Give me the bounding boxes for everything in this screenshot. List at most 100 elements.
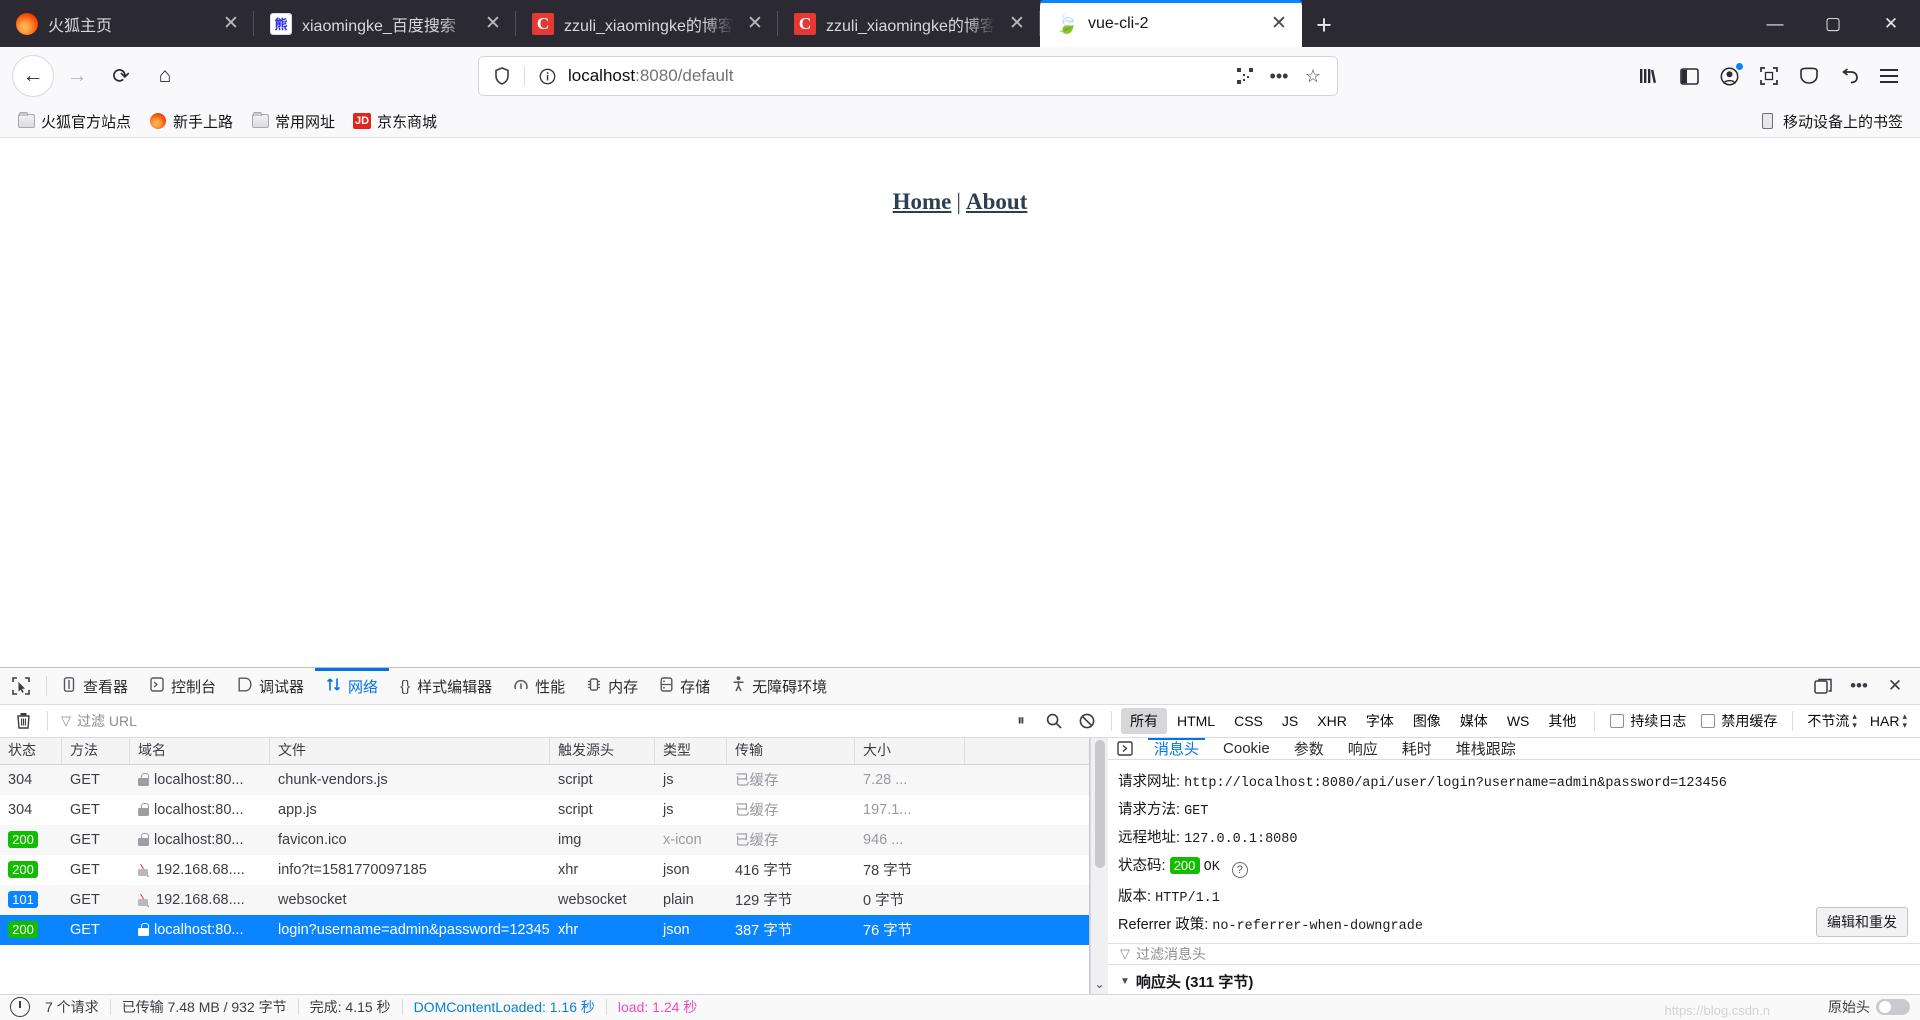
column-trigger[interactable]: 触发源头 <box>550 737 655 765</box>
table-row-selected[interactable]: 200 GET localhost:80... login?username=a… <box>0 914 1089 945</box>
chip-xhr[interactable]: XHR <box>1308 710 1356 732</box>
tab-performance[interactable]: 性能 <box>503 668 576 704</box>
chip-css[interactable]: CSS <box>1225 710 1272 732</box>
library-icon[interactable] <box>1630 56 1668 96</box>
browser-tab[interactable]: 熊 xiaomingke_百度搜索 ✕ <box>254 0 516 47</box>
tab-inspector[interactable]: 查看器 <box>51 668 139 704</box>
chip-font[interactable]: 字体 <box>1357 708 1403 734</box>
chip-js[interactable]: JS <box>1273 710 1307 732</box>
help-icon[interactable]: ? <box>1231 862 1248 879</box>
nav-link-home[interactable]: Home <box>893 189 952 214</box>
pause-icon[interactable]: ⏸ <box>1006 712 1036 729</box>
tab-close-icon[interactable]: ✕ <box>740 9 770 39</box>
detail-tab-response[interactable]: 响应 <box>1336 738 1390 759</box>
chip-media[interactable]: 媒体 <box>1451 708 1497 734</box>
bookmark-item[interactable]: 常用网址 <box>244 108 342 135</box>
chip-image[interactable]: 图像 <box>1404 708 1450 734</box>
url-bar[interactable]: localhost:8080/default ••• ☆ <box>478 56 1338 96</box>
browser-tab[interactable]: C zzuli_xiaomingke的博客_CS ✕ <box>778 0 1040 47</box>
chip-ws[interactable]: WS <box>1498 710 1539 732</box>
detail-tab-cookies[interactable]: Cookie <box>1211 738 1282 759</box>
home-button[interactable]: ⌂ <box>144 55 186 97</box>
chip-html[interactable]: HTML <box>1168 710 1224 732</box>
tab-close-icon[interactable]: ✕ <box>216 9 246 39</box>
table-row[interactable]: 200 GET 192.168.68.... info?t=1581770097… <box>0 855 1089 885</box>
detail-tab-timings[interactable]: 耗时 <box>1390 738 1444 759</box>
browser-tab[interactable]: C zzuli_xiaomingke的博客_CS ✕ <box>516 0 778 47</box>
window-close-button[interactable]: ✕ <box>1862 0 1920 47</box>
response-headers-section[interactable]: ▼ 响应头 (311 字节) <box>1108 965 1920 998</box>
bookmark-item[interactable]: 新手上路 <box>142 108 240 135</box>
detail-tab-stacktrace[interactable]: 堆栈跟踪 <box>1444 738 1528 759</box>
tab-debugger[interactable]: 调试器 <box>227 668 315 704</box>
tab-memory[interactable]: 内存 <box>576 668 649 704</box>
edit-and-resend-button[interactable]: 编辑和重发 <box>1816 906 1908 937</box>
toggle-switch[interactable] <box>1876 999 1910 1016</box>
column-type[interactable]: 类型 <box>655 737 727 765</box>
trash-icon[interactable] <box>8 712 38 730</box>
screenshot-icon[interactable] <box>1750 56 1788 96</box>
devtools-close-icon[interactable]: ✕ <box>1878 669 1912 703</box>
forward-button[interactable]: → <box>56 55 98 97</box>
back-button[interactable]: ← <box>12 55 54 97</box>
scroll-down-icon[interactable]: ⌄ <box>1091 977 1108 994</box>
filter-headers-input[interactable]: ▽ 过滤消息头 <box>1108 942 1920 965</box>
tab-console[interactable]: 控制台 <box>139 668 227 704</box>
table-row[interactable]: 101 GET 192.168.68.... websocket websock… <box>0 884 1089 915</box>
column-size[interactable]: 大小 <box>855 737 965 765</box>
page-actions-icon[interactable]: ••• <box>1263 60 1295 92</box>
detail-tab-headers[interactable]: 消息头 <box>1142 737 1211 759</box>
bookmark-item[interactable]: 火狐官方站点 <box>10 108 138 135</box>
browser-tab-active[interactable]: 🍃 vue-cli-2 ✕ <box>1040 0 1302 47</box>
network-scrollbar[interactable]: ⌄ <box>1090 737 1108 994</box>
disable-cache-checkbox[interactable]: 禁用缓存 <box>1695 711 1783 731</box>
pocket-icon[interactable] <box>1790 56 1828 96</box>
search-icon[interactable] <box>1039 713 1069 729</box>
bookmark-item[interactable]: JD 京东商城 <box>346 108 444 135</box>
tab-close-icon[interactable]: ✕ <box>478 9 508 39</box>
nav-link-about[interactable]: About <box>966 189 1027 214</box>
table-row[interactable]: 304 GET localhost:80... app.js script js… <box>0 795 1089 825</box>
persist-logs-checkbox[interactable]: 持续日志 <box>1604 711 1692 731</box>
chip-other[interactable]: 其他 <box>1539 708 1585 734</box>
mobile-bookmarks-item[interactable]: 移动设备上的书签 <box>1752 108 1910 135</box>
table-row[interactable]: 304 GET localhost:80... chunk-vendors.js… <box>0 764 1089 795</box>
tab-accessibility[interactable]: 无障碍环境 <box>721 668 838 704</box>
block-icon[interactable] <box>1072 713 1102 729</box>
reload-button[interactable]: ⟳ <box>100 55 142 97</box>
element-picker-icon[interactable] <box>0 668 42 704</box>
bookmark-star-icon[interactable]: ☆ <box>1297 60 1329 92</box>
throttle-select[interactable]: 不节流 ▴ ▾ <box>1802 711 1862 731</box>
tab-storage[interactable]: 存储 <box>649 668 721 704</box>
column-file[interactable]: 文件 <box>270 737 550 765</box>
maximize-button[interactable]: ▢ <box>1804 0 1862 47</box>
shield-icon[interactable] <box>487 61 517 91</box>
table-row[interactable]: 200 GET localhost:80... favicon.ico img … <box>0 824 1089 855</box>
dock-icon[interactable] <box>1806 669 1840 703</box>
scrollbar-thumb[interactable] <box>1094 739 1105 868</box>
account-icon[interactable] <box>1710 56 1748 96</box>
devtools-more-icon[interactable]: ••• <box>1842 669 1876 703</box>
raw-headers-toggle[interactable]: 原始头 <box>1828 997 1910 1017</box>
page-info-icon[interactable] <box>532 61 562 91</box>
column-transfer[interactable]: 传输 <box>727 737 855 765</box>
filter-url-input[interactable]: ▽ 过滤 URL <box>57 711 1003 731</box>
tab-style-editor[interactable]: {} 样式编辑器 <box>389 668 503 704</box>
tab-network[interactable]: 网络 <box>315 668 390 704</box>
sidebar-icon[interactable] <box>1670 56 1708 96</box>
column-domain[interactable]: 域名 <box>130 737 270 765</box>
reader-mode-icon[interactable] <box>1229 60 1261 92</box>
column-method[interactable]: 方法 <box>62 737 130 765</box>
column-status[interactable]: 状态 <box>0 737 62 765</box>
har-select[interactable]: HAR ▴ ▾ <box>1865 711 1912 730</box>
tab-close-icon[interactable]: ✕ <box>1264 9 1294 39</box>
new-tab-button[interactable]: + <box>1302 3 1346 47</box>
undo-icon[interactable] <box>1830 56 1868 96</box>
chip-all[interactable]: 所有 <box>1120 707 1167 734</box>
url-text[interactable]: localhost:8080/default <box>564 66 1227 86</box>
panel-toggle-icon[interactable] <box>1108 738 1142 759</box>
app-menu-icon[interactable] <box>1870 56 1908 96</box>
minimize-button[interactable]: — <box>1746 0 1804 47</box>
detail-tab-params[interactable]: 参数 <box>1282 738 1336 759</box>
browser-tab[interactable]: 火狐主页 ✕ <box>0 0 254 47</box>
